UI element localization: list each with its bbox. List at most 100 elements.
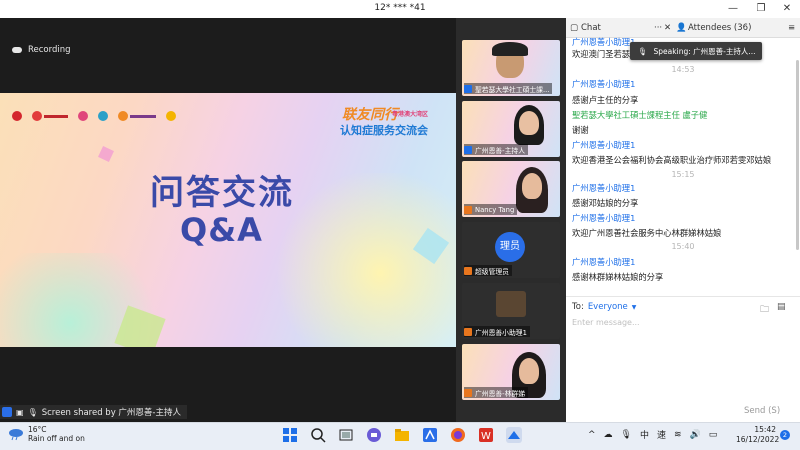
- sponsor-logos: [12, 110, 176, 122]
- video-tile[interactable]: Nancy Tang: [462, 161, 560, 217]
- chat-timestamp: 15:15: [671, 170, 695, 179]
- person-icon: [2, 407, 12, 417]
- clock[interactable]: 15:42 16/12/2022: [736, 425, 780, 445]
- chat-sender: 广州恩善小助理1: [572, 140, 636, 150]
- app-icon[interactable]: [422, 427, 438, 443]
- chat-sender: 广州恩善小助理1: [572, 183, 636, 193]
- video-tile-label: 广州恩善小助理1: [464, 326, 530, 337]
- tab-chat[interactable]: Chat: [581, 23, 601, 33]
- system-tray: ^ ☁ 🎙 中 速 ≋ 🔊 ▭: [588, 428, 718, 442]
- chevron-down-icon[interactable]: ▼: [632, 304, 637, 311]
- chevron-up-icon[interactable]: ^: [588, 430, 596, 440]
- sponsor-logo: [78, 110, 88, 122]
- video-tile-label: 广州恩善-林群娣: [464, 387, 529, 398]
- video-tile[interactable]: 广州恩善-林群娣: [462, 344, 560, 400]
- tab-attendees[interactable]: Attendees (36): [688, 23, 751, 33]
- teams-chat-icon[interactable]: [366, 427, 382, 443]
- panel-menu-icon[interactable]: ≡: [788, 23, 795, 33]
- notification-badge[interactable]: 2: [780, 430, 790, 440]
- wps-office-icon[interactable]: W: [478, 427, 494, 443]
- speaking-indicator: 🎙 Speaking: 广州恩善-主持人...: [630, 42, 762, 60]
- sponsor-logo: [98, 110, 108, 122]
- chat-message: 感谢卢主任的分享: [572, 95, 639, 105]
- battery-icon[interactable]: ▭: [709, 430, 718, 440]
- event-brand-region: 粤港澳大湾区: [392, 111, 429, 118]
- avatar: 理员: [495, 232, 525, 262]
- event-brand-title: 联友同行: [342, 107, 398, 123]
- recipient-selector[interactable]: To: Everyone ▼: [572, 302, 636, 312]
- cloud-icon[interactable]: ☁: [604, 430, 613, 440]
- chat-message: 谢谢: [572, 125, 589, 135]
- ime-mode[interactable]: 速: [657, 428, 666, 441]
- participant-icon: [464, 388, 472, 397]
- clipboard-icon[interactable]: ▤: [777, 302, 786, 318]
- wifi-icon[interactable]: ≋: [674, 430, 682, 440]
- recipient-dropdown[interactable]: Everyone: [588, 302, 628, 312]
- meeting-app-icon[interactable]: [506, 427, 522, 443]
- firefox-icon[interactable]: [450, 427, 466, 443]
- window-title: 12* *** *41: [374, 3, 426, 13]
- screen-share-bar: ▣ 🎙 Screen shared by 广州恩善-主持人: [0, 405, 187, 419]
- shared-slide: 联友同行 粤港澳大湾区 认知症服务交流会 问答交流 Q&A: [0, 93, 456, 347]
- svg-text:W: W: [481, 431, 491, 442]
- close-icon[interactable]: ✕: [776, 1, 798, 17]
- mic-icon: 🎙: [27, 407, 38, 417]
- weather-widget[interactable]: 16°C Rain off and on: [8, 425, 85, 443]
- search-icon[interactable]: [310, 427, 326, 443]
- video-tile-label: Nancy Tang: [464, 204, 518, 215]
- speaking-label: Speaking: 广州恩善-主持人...: [653, 46, 756, 56]
- chat-sender: 聖若瑟大學社工碩士課程主任 盧子健: [572, 110, 708, 120]
- windows-start-icon[interactable]: [282, 427, 298, 443]
- volume-icon[interactable]: 🔊: [690, 430, 701, 440]
- weather-desc: Rain off and on: [28, 434, 85, 443]
- video-tile-label: 广州恩善-主持人: [464, 144, 529, 155]
- video-thumbnails: 聖若瑟大學社工碩士課... 广州恩善-主持人 Nancy Tang 理员 超级管…: [456, 18, 566, 422]
- chat-tab-bar: ▢ Chat ··· ✕ 👤 Attendees (36) ≡: [566, 18, 800, 38]
- recording-label: Recording: [28, 45, 71, 55]
- decor-cube: [98, 146, 114, 162]
- screen-share-label: Screen shared by 广州恩善-主持人: [41, 408, 181, 418]
- weather-temp: 16°C: [28, 425, 47, 434]
- participant-icon: [464, 266, 472, 275]
- slide-title-en: Q&A: [180, 211, 263, 249]
- minimize-icon[interactable]: —: [722, 1, 744, 17]
- chat-scrollbar[interactable]: [796, 60, 799, 250]
- video-tile[interactable]: 理员 超级管理员: [462, 222, 560, 278]
- file-explorer-icon[interactable]: [394, 427, 410, 443]
- participant-icon: [464, 205, 472, 214]
- sponsor-logo: [166, 110, 176, 122]
- file-icon[interactable]: 🗀: [760, 302, 769, 318]
- participant-icon: [464, 84, 472, 93]
- rain-cloud-icon: [8, 427, 24, 441]
- chat-sender: 广州恩善小助理1: [572, 79, 636, 89]
- sponsor-logo: [32, 110, 68, 122]
- chat-icon: ▢: [570, 23, 579, 33]
- avatar: [496, 291, 526, 317]
- slide-title-cn: 问答交流: [150, 173, 294, 213]
- sponsor-logo: [118, 110, 156, 122]
- window-title-bar: 12* *** *41 — ❐ ✕: [0, 0, 800, 18]
- video-tile[interactable]: 广州恩善-主持人: [462, 101, 560, 157]
- composer-tools: 🗀 ▤: [760, 302, 786, 318]
- chat-message: 欢迎香港圣公会福利协会高级职业治疗师邓若雯邓姑娘: [572, 155, 772, 165]
- maximize-icon[interactable]: ❐: [750, 1, 772, 17]
- send-button[interactable]: Send (S): [744, 406, 780, 416]
- video-tile[interactable]: 广州恩善小助理1: [462, 283, 560, 339]
- video-tile-label: 聖若瑟大學社工碩士課...: [464, 83, 553, 94]
- task-view-icon[interactable]: [338, 427, 354, 443]
- chat-input[interactable]: Enter message...: [572, 318, 640, 327]
- to-label: To:: [572, 302, 584, 312]
- chat-timestamp: 15:40: [671, 242, 695, 251]
- video-tile[interactable]: 聖若瑟大學社工碩士課...: [462, 40, 560, 96]
- chat-message: 欢迎广州恩善社会服务中心林群娣林姑娘: [572, 228, 722, 238]
- close-chat-icon[interactable]: ✕: [664, 23, 671, 33]
- ime-language[interactable]: 中: [640, 428, 649, 441]
- cloud-icon: [12, 47, 22, 53]
- mic-icon[interactable]: 🎙: [621, 430, 632, 440]
- more-icon[interactable]: ···: [654, 23, 662, 33]
- chat-sender: 广州恩善小助理1: [572, 37, 636, 47]
- sponsor-logo: [12, 110, 22, 122]
- chat-message-list: 广州恩善小助理1 欢迎澳门圣若瑟大学社工硕士 14:53 广州恩善小助理1 感谢…: [566, 36, 800, 294]
- clock-date: 16/12/2022: [736, 435, 780, 444]
- video-tile-label: 超级管理员: [464, 265, 512, 276]
